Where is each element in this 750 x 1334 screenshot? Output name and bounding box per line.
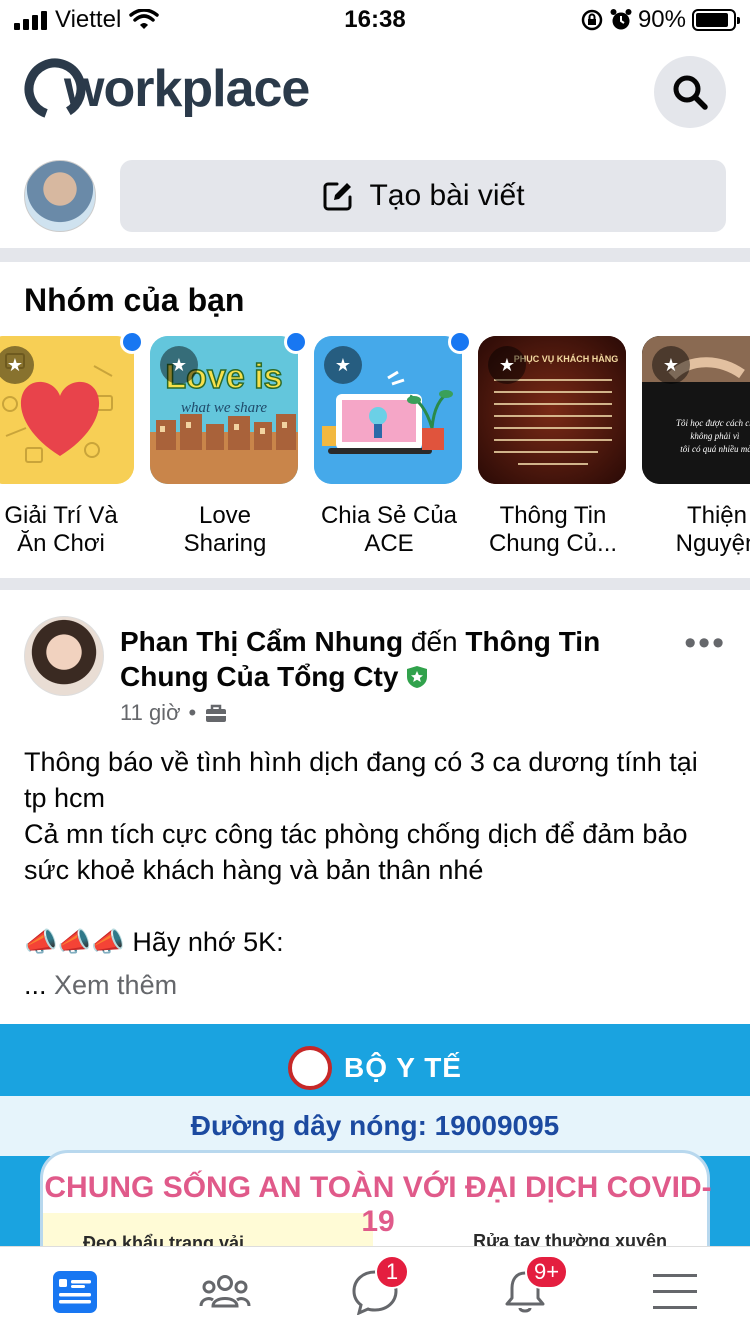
nav-menu[interactable] bbox=[645, 1267, 705, 1317]
groups-icon bbox=[199, 1275, 251, 1308]
create-post-label: Tạo bài viết bbox=[369, 179, 525, 212]
meta-separator: • bbox=[188, 700, 197, 725]
workplace-logo[interactable]: workplace bbox=[24, 58, 310, 120]
section-divider bbox=[0, 578, 750, 590]
see-more-link[interactable]: ... Xem thêm bbox=[24, 970, 177, 1001]
post-composer: Tạo bài viết bbox=[0, 158, 750, 238]
image-card: CHUNG SỐNG AN TOÀN VỚI ĐẠI DỊCH COVID-19… bbox=[40, 1150, 712, 1246]
news-feed-icon bbox=[53, 1271, 97, 1313]
app-screen: Viettel 16:38 90% workplace Tạo bài viết… bbox=[0, 0, 750, 1334]
group-name-line2: Ăn Chơi bbox=[17, 530, 105, 557]
search-icon bbox=[673, 75, 708, 110]
post-more-button[interactable]: ••• bbox=[684, 624, 726, 663]
my-avatar[interactable] bbox=[24, 160, 96, 232]
post-author[interactable]: Phan Thị Cẩm Nhung bbox=[120, 626, 403, 657]
unread-dot bbox=[448, 330, 472, 354]
group-thumbnail: Love is what we share ★ bbox=[150, 336, 298, 484]
unread-dot bbox=[284, 330, 308, 354]
status-bar: Viettel 16:38 90% bbox=[0, 0, 750, 40]
group-thumbnail: ★ bbox=[0, 336, 134, 484]
battery-percent: 90% bbox=[637, 6, 686, 33]
notification-badge: 9+ bbox=[525, 1255, 569, 1289]
image-ministry: BỘ Y TẾ bbox=[0, 1046, 750, 1090]
search-button[interactable] bbox=[654, 56, 726, 128]
group-name: Giải Trí Và Ăn Chơi bbox=[0, 502, 136, 558]
image-tip-right: Rửa tay thường xuyên bbox=[473, 1231, 667, 1246]
nav-chat[interactable]: 1 bbox=[345, 1255, 409, 1317]
image-headline: CHUNG SỐNG AN TOÀN VỚI ĐẠI DỊCH COVID-19 bbox=[44, 1171, 712, 1238]
see-more-dots: ... bbox=[24, 970, 47, 1000]
group-shield-icon: ★ bbox=[488, 346, 526, 384]
group-name: Love Sharing bbox=[150, 502, 300, 558]
group-item[interactable]: ★ Giải Trí Và Ăn Chơi bbox=[0, 330, 144, 558]
groups-title: Nhóm của bạn bbox=[24, 282, 245, 318]
group-item[interactable]: PHỤC VỤ KHÁCH HÀNG ★ Thông Tin Chung Củ.… bbox=[478, 336, 628, 558]
rotation-lock-icon bbox=[581, 9, 603, 31]
post-meta: 11 giờ • bbox=[120, 700, 228, 726]
group-name-line2: Sharing bbox=[183, 530, 267, 557]
group-thumbnail: PHỤC VỤ KHÁCH HÀNG ★ bbox=[478, 336, 626, 484]
group-thumbnail: ★ bbox=[314, 336, 462, 484]
group-name-line2: Nguyện bbox=[675, 530, 750, 557]
group-shield-icon: ★ bbox=[160, 346, 198, 384]
app-name: workplace bbox=[64, 60, 310, 118]
group-name-line1: Chia Sẻ Của bbox=[320, 502, 458, 529]
post-time[interactable]: 11 giờ bbox=[120, 700, 181, 726]
post-connector: đến bbox=[410, 626, 458, 657]
group-shield-icon: ★ bbox=[324, 346, 362, 384]
group-name-line2: Chung Củ... bbox=[488, 530, 618, 557]
group-name-line1: Giải Trí Và bbox=[4, 502, 118, 529]
group-name-line1: Thông Tin bbox=[499, 502, 607, 529]
group-item[interactable]: Tôi học được cách ch không phải vì tôi c… bbox=[642, 336, 750, 558]
image-tip-left: Đeo khẩu trang vải bbox=[83, 1233, 245, 1246]
group-name: Thông Tin Chung Củ... bbox=[478, 502, 628, 558]
ministry-seal-icon bbox=[287, 1046, 332, 1090]
create-post-button[interactable]: Tạo bài viết bbox=[120, 160, 726, 232]
thumb-header: PHỤC VỤ KHÁCH HÀNG bbox=[514, 354, 619, 364]
menu-icon bbox=[653, 1274, 697, 1309]
nav-feed[interactable] bbox=[45, 1267, 105, 1317]
group-thumbnail: Tôi học được cách ch không phải vì tôi c… bbox=[642, 336, 750, 484]
group-name-line2: ACE bbox=[364, 530, 414, 557]
post-image[interactable]: BỘ Y TẾ Đường dây nóng: 19009095 CHUNG S… bbox=[0, 1024, 750, 1246]
image-hotline: Đường dây nóng: 19009095 bbox=[0, 1096, 750, 1156]
ministry-text: BỘ Y TẾ bbox=[343, 1052, 462, 1083]
alarm-icon bbox=[610, 9, 632, 30]
app-header: workplace bbox=[0, 50, 750, 140]
author-avatar[interactable] bbox=[24, 616, 104, 696]
status-right: 90% bbox=[580, 6, 740, 34]
post-body: Thông báo về tình hình dịch đang có 3 ca… bbox=[24, 747, 698, 957]
post-header: Phan Thị Cẩm Nhung đến Thông Tin Chung C… bbox=[120, 624, 660, 694]
chat-badge: 1 bbox=[375, 1255, 409, 1289]
group-name: Thiện Nguyện bbox=[642, 502, 750, 558]
group-name-line1: Thiện bbox=[686, 502, 748, 529]
group-item[interactable]: ★ Chia Sẻ Của ACE bbox=[314, 330, 472, 558]
group-item[interactable]: Love is what we share ★ Love Sharing bbox=[150, 330, 308, 558]
briefcase-icon bbox=[206, 704, 227, 722]
group-name: Chia Sẻ Của ACE bbox=[314, 502, 464, 558]
group-name-line1: Love bbox=[198, 502, 252, 529]
verified-shield-icon bbox=[407, 666, 428, 688]
battery-icon bbox=[692, 9, 740, 31]
unread-dot bbox=[120, 330, 144, 354]
love-sharing-small: what we share bbox=[181, 400, 267, 416]
edit-icon bbox=[323, 182, 352, 211]
section-divider bbox=[0, 248, 750, 262]
nav-groups[interactable] bbox=[195, 1267, 255, 1317]
nav-notifications[interactable]: 9+ bbox=[495, 1255, 569, 1317]
group-shield-icon: ★ bbox=[652, 346, 690, 384]
bottom-nav: 1 9+ bbox=[0, 1246, 750, 1334]
groups-carousel[interactable]: ★ Giải Trí Và Ăn Chơi Love is what we sh… bbox=[0, 330, 750, 576]
see-more-label: Xem thêm bbox=[54, 970, 178, 1000]
